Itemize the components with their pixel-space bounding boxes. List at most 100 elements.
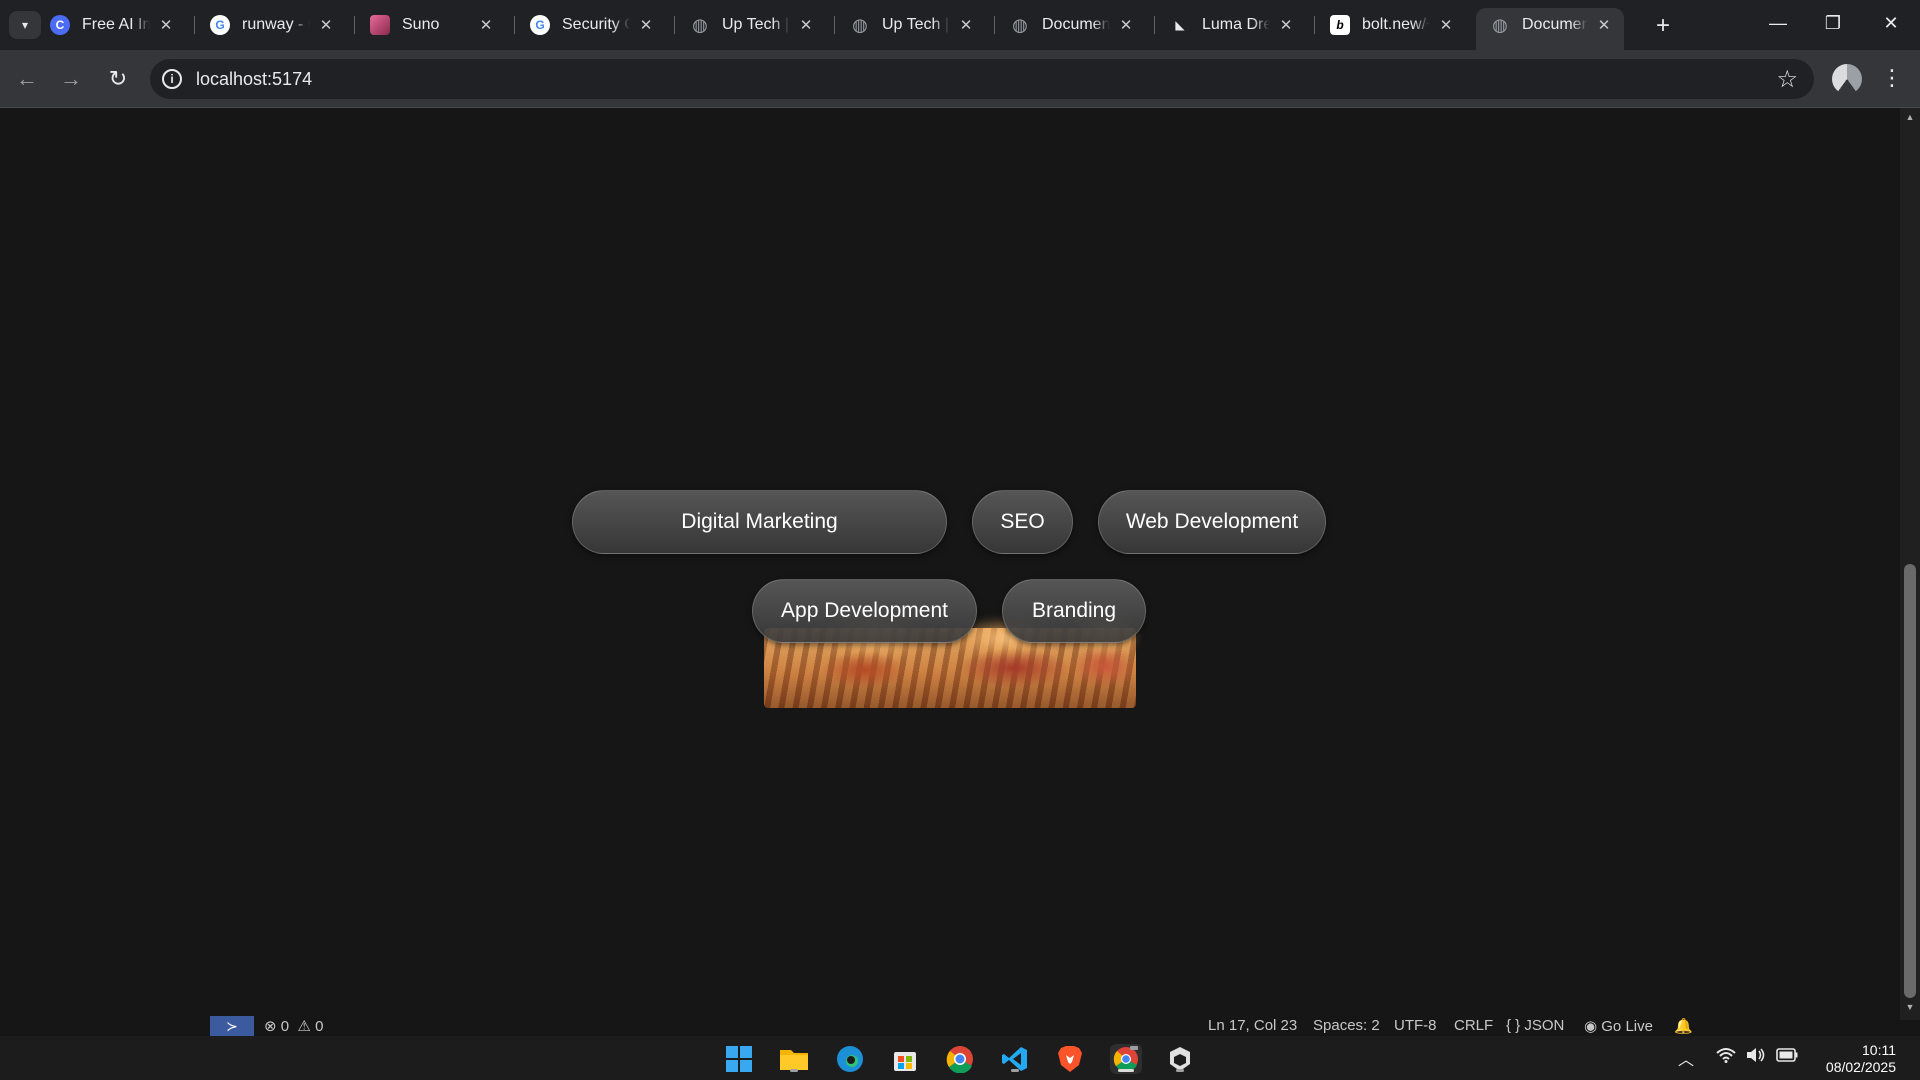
- back-button[interactable]: ←: [12, 64, 42, 94]
- close-tab-icon[interactable]: ✕: [1436, 15, 1456, 35]
- microsoft-store-icon[interactable]: [889, 1044, 921, 1074]
- scroll-up-arrow-icon[interactable]: ▲: [1900, 112, 1920, 128]
- vscode-icon[interactable]: [999, 1044, 1031, 1074]
- browser-tab[interactable]: b bolt.new/~ ✕: [1316, 8, 1466, 42]
- browser-tab[interactable]: ◍ Document ✕: [1476, 8, 1624, 50]
- chrome-icon[interactable]: [944, 1044, 976, 1074]
- reload-button[interactable]: ↻: [103, 64, 133, 94]
- service-pill-digital-marketing[interactable]: Digital Marketing: [572, 490, 947, 554]
- error-icon: ⊗: [264, 1018, 277, 1035]
- browser-tab[interactable]: ◍ Document ✕: [996, 8, 1146, 42]
- page-scrollbar[interactable]: ▲ ▼: [1900, 108, 1920, 1020]
- close-tab-icon[interactable]: ✕: [956, 15, 976, 35]
- tab-strip: ▾ CFree AI Images✕Grunway - Google Searc…: [0, 0, 1920, 50]
- restore-button[interactable]: ❐: [1813, 8, 1853, 38]
- profile-avatar[interactable]: [1832, 64, 1862, 94]
- language-mode[interactable]: { } JSON: [1506, 1017, 1564, 1034]
- windows-start-icon[interactable]: [723, 1044, 755, 1074]
- bookmark-star-icon[interactable]: ☆: [1776, 65, 1798, 94]
- chrome-dev-icon[interactable]: [1110, 1044, 1142, 1074]
- close-tab-icon[interactable]: ✕: [316, 15, 336, 35]
- restore-icon: ❐: [1824, 12, 1842, 33]
- tab-title: Luma Dream Machine: [1202, 16, 1270, 33]
- edge-icon[interactable]: [834, 1044, 866, 1074]
- tab-title: Document: [1522, 16, 1588, 33]
- running-indicator: [790, 1069, 798, 1072]
- close-window-button[interactable]: ✕: [1871, 8, 1911, 38]
- tab-separator: [1154, 16, 1155, 34]
- browser-tab[interactable]: ◣ Luma Dream Machine ✕: [1156, 8, 1306, 42]
- browser-tab[interactable]: ◍ Up Tech | Innovation ✕: [676, 8, 826, 42]
- warning-count: 0: [315, 1018, 324, 1035]
- close-tab-icon[interactable]: ✕: [1116, 15, 1136, 35]
- service-label: App Development: [781, 599, 948, 622]
- remote-icon: ≻: [226, 1017, 238, 1034]
- close-tab-icon[interactable]: ✕: [156, 15, 176, 35]
- editor-status-bar: ≻ ⊗ 0 ⚠ 0 Ln 17, Col 23 Spaces: 2 UTF-8 …: [0, 1016, 1920, 1036]
- tab-title: bolt.new/~: [1362, 16, 1430, 33]
- address-url[interactable]: localhost:5174: [196, 69, 312, 90]
- go-live-button[interactable]: ◉ Go Live: [1584, 1017, 1653, 1035]
- service-label: SEO: [1000, 510, 1045, 533]
- show-hidden-icons-chevron-icon[interactable]: ︿: [1678, 1046, 1694, 1070]
- warning-icon: ⚠: [293, 1018, 311, 1035]
- globe-icon: ◍: [692, 14, 708, 35]
- service-label: Digital Marketing: [681, 510, 838, 533]
- page-viewport: Digital Marketing SEO Web Development Ap…: [0, 108, 1900, 1020]
- scroll-thumb[interactable]: [1904, 564, 1916, 998]
- minimize-icon: —: [1769, 12, 1787, 33]
- new-tab-button[interactable]: +: [1648, 11, 1678, 41]
- remote-indicator[interactable]: ≻: [210, 1016, 254, 1036]
- file-explorer-icon[interactable]: [778, 1044, 810, 1074]
- problems-indicator[interactable]: ⊗ 0 ⚠ 0: [264, 1017, 323, 1035]
- browser-menu-button[interactable]: ⋮: [1880, 62, 1904, 94]
- minimize-button[interactable]: —: [1758, 8, 1798, 38]
- browser-tab[interactable]: Grunway - Google Search ✕: [196, 8, 346, 42]
- close-tab-icon[interactable]: ✕: [796, 15, 816, 35]
- browser-tab[interactable]: ◍ Up Tech | Innovation ✕: [836, 8, 986, 42]
- forward-button[interactable]: →: [56, 64, 86, 94]
- luma-icon: ◣: [1175, 18, 1185, 32]
- system-clock[interactable]: 10:11 08/02/2025: [1826, 1042, 1896, 1076]
- close-tab-icon[interactable]: ✕: [636, 15, 656, 35]
- battery-icon[interactable]: [1776, 1048, 1798, 1067]
- broadcast-icon: ◉: [1584, 1018, 1602, 1035]
- volume-icon[interactable]: [1746, 1047, 1766, 1068]
- running-indicator: [1011, 1069, 1019, 1072]
- globe-icon: ◍: [1492, 14, 1508, 35]
- service-label: Web Development: [1125, 510, 1299, 533]
- browser-tab[interactable]: Suno ✕: [356, 8, 506, 42]
- cursor-position[interactable]: Ln 17, Col 23: [1208, 1017, 1297, 1034]
- close-tab-icon[interactable]: ✕: [1276, 15, 1296, 35]
- brave-icon[interactable]: [1054, 1044, 1086, 1074]
- tab-title: runway - Google Search: [242, 16, 310, 33]
- service-pill-seo[interactable]: SEO: [972, 490, 1073, 554]
- browser-tab[interactable]: C Free AI Images ✕: [36, 8, 186, 42]
- line-ending[interactable]: CRLF: [1454, 1017, 1493, 1034]
- active-indicator: [1118, 1069, 1134, 1072]
- service-pill-web-development[interactable]: Web Development: [1098, 490, 1326, 554]
- wifi-icon[interactable]: [1716, 1047, 1736, 1068]
- address-bar[interactable]: i localhost:5174 ☆: [150, 59, 1814, 99]
- app-icon[interactable]: [1164, 1044, 1196, 1074]
- tab-title: Up Tech | Innovation: [722, 16, 790, 33]
- encoding[interactable]: UTF-8: [1394, 1017, 1437, 1034]
- suno-icon: [370, 15, 390, 35]
- tab-separator: [1314, 16, 1315, 34]
- clock-date: 08/02/2025: [1825, 1059, 1896, 1075]
- tab-separator: [834, 16, 835, 34]
- close-tab-icon[interactable]: ✕: [1594, 15, 1614, 35]
- service-pill-app-development[interactable]: App Development: [752, 579, 977, 643]
- tab-title: Document: [1042, 16, 1110, 33]
- error-count: 0: [280, 1018, 290, 1035]
- plus-icon: +: [1655, 12, 1670, 39]
- tab-separator: [514, 16, 515, 34]
- close-tab-icon[interactable]: ✕: [476, 15, 496, 35]
- indentation[interactable]: Spaces: 2: [1313, 1017, 1380, 1034]
- notifications-bell-icon[interactable]: 🔔: [1674, 1017, 1693, 1035]
- google-icon: G: [530, 15, 550, 35]
- site-info-icon[interactable]: i: [162, 69, 182, 89]
- browser-tab[interactable]: G Security Checkup ✕: [516, 8, 666, 42]
- service-pill-branding[interactable]: Branding: [1002, 579, 1146, 643]
- tab-title: Security Checkup: [562, 16, 630, 33]
